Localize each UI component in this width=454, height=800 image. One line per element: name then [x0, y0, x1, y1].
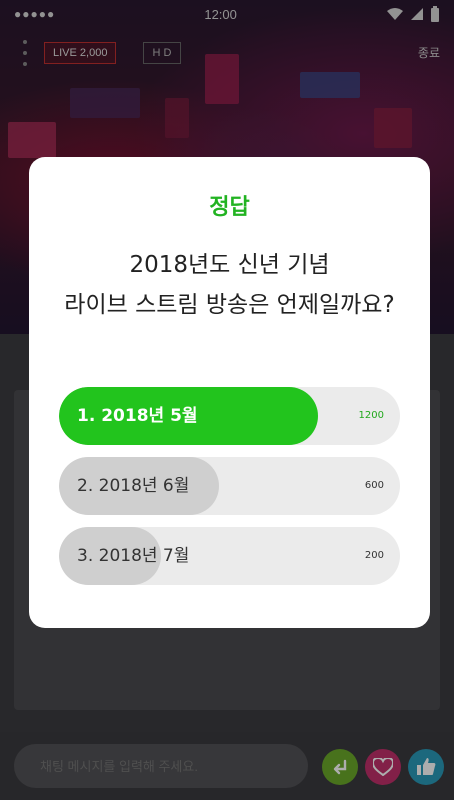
answer-option[interactable]: 3. 2018년 7월 200 [59, 527, 400, 585]
vote-count: 600 [364, 480, 384, 491]
vote-count: 200 [364, 550, 384, 561]
option-label: 1. 2018년 5월 [77, 406, 198, 426]
question-line: 2018년도 신년 기념 [129, 252, 330, 278]
option-label: 2. 2018년 6월 [77, 476, 190, 496]
quiz-question: 2018년도 신년 기념 라이브 스트림 방송은 언제일까요? [29, 245, 430, 325]
option-label: 3. 2018년 7월 [77, 546, 190, 566]
quiz-result-modal: 정답 2018년도 신년 기념 라이브 스트림 방송은 언제일까요? 1. 20… [29, 157, 430, 628]
answer-option[interactable]: 1. 2018년 5월 1200 [59, 387, 400, 445]
result-title: 정답 [209, 195, 250, 220]
answer-option[interactable]: 2. 2018년 6월 600 [59, 457, 400, 515]
question-line: 라이브 스트림 방송은 언제일까요? [64, 292, 395, 318]
vote-count: 1200 [358, 410, 384, 421]
